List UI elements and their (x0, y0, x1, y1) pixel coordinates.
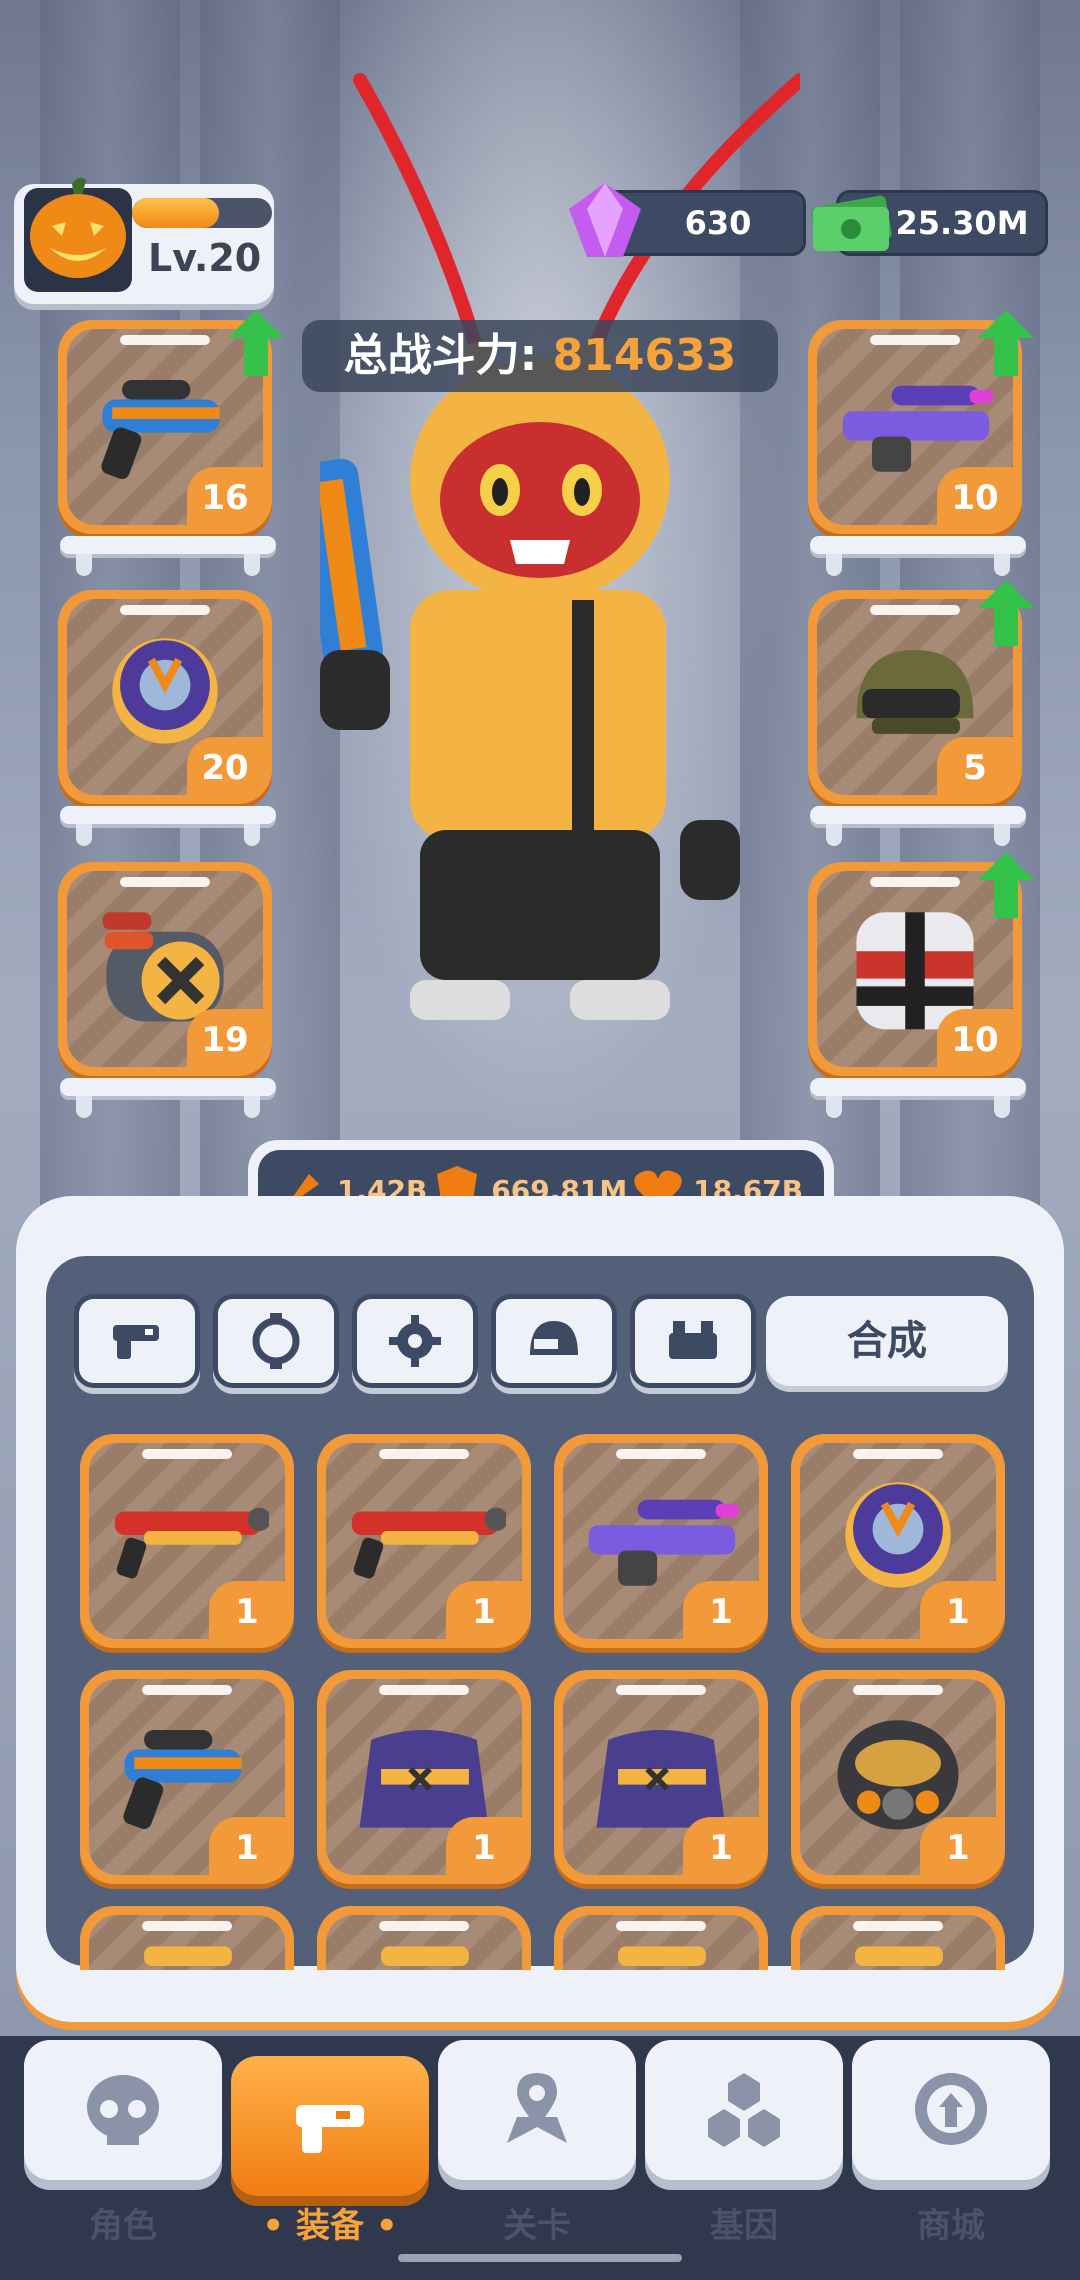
hexagons-icon (708, 2073, 780, 2147)
skull-icon (87, 2075, 159, 2145)
nav-hexagons[interactable] (645, 2040, 843, 2180)
item-count: 1 (920, 1581, 996, 1639)
inventory-item[interactable]: 1 (317, 1670, 531, 1884)
upgrade-arrow-icon (228, 310, 284, 376)
nav-map-pin[interactable] (438, 2040, 636, 2180)
helmet-icon (530, 1321, 578, 1355)
inventory-item[interactable] (554, 1906, 768, 1970)
nav-label: 关卡 (503, 2206, 571, 2246)
item-count: 1 (683, 1817, 759, 1875)
equip-slot-left-3[interactable]: 19 (58, 862, 272, 1076)
shelf (810, 1078, 1026, 1118)
inventory-item[interactable]: 1 (80, 1670, 294, 1884)
map-pin-icon (507, 2073, 567, 2143)
partial-icon (618, 1946, 706, 1966)
gem-counter[interactable]: 630 (569, 183, 806, 257)
shelf (810, 806, 1026, 846)
shelf (810, 536, 1026, 576)
gun-icon (296, 2105, 364, 2153)
inventory-item[interactable] (317, 1906, 531, 1970)
inventory-item[interactable]: 1 (554, 1434, 768, 1648)
upgrade-arrow-icon (978, 852, 1034, 918)
upgrade-arrow-icon (978, 580, 1034, 646)
inventory-item[interactable]: 1 (80, 1434, 294, 1648)
partial-icon (381, 1946, 469, 1966)
item-count: 5 (937, 737, 1013, 795)
combat-power-value: 814633 (552, 330, 737, 381)
item-count: 1 (683, 1581, 759, 1639)
player-profile[interactable]: Lv.20 (14, 177, 274, 304)
category-tab-gear[interactable] (352, 1294, 478, 1388)
shelf (60, 1078, 276, 1118)
watch-icon (252, 1313, 300, 1369)
player-level: Lv.20 (148, 236, 262, 280)
item-count: 20 (187, 737, 263, 795)
nav-gun[interactable] (231, 2056, 429, 2196)
combat-power: 总战斗力: 814633 (302, 320, 778, 392)
category-tab-watch[interactable] (213, 1294, 339, 1388)
inventory-item[interactable]: 1 (554, 1670, 768, 1884)
item-count: 1 (209, 1581, 285, 1639)
item-count: 10 (937, 1009, 1013, 1067)
item-count: 10 (937, 467, 1013, 525)
equip-slot-left-2[interactable]: 20 (58, 590, 272, 804)
upgrade-arrow-icon (978, 310, 1034, 376)
xp-progress-bar (132, 198, 272, 228)
item-count: 1 (920, 1817, 996, 1875)
nav-label: • 装备 • (262, 2206, 398, 2246)
partial-icon (855, 1946, 943, 1966)
inventory-item[interactable]: 1 (791, 1434, 1005, 1648)
shop-icon (915, 2073, 987, 2145)
item-count: 1 (446, 1817, 522, 1875)
nav-label: 基因 (710, 2206, 778, 2246)
inventory-item[interactable] (80, 1906, 294, 1970)
category-tab-vest[interactable] (630, 1294, 756, 1388)
shelf (60, 806, 276, 846)
nav-shop[interactable] (852, 2040, 1050, 2180)
nav-label: 角色 (89, 2206, 157, 2246)
gear-icon (389, 1315, 441, 1367)
item-count: 16 (187, 467, 263, 525)
partial-icon (144, 1946, 232, 1966)
nav-label: 商城 (917, 2206, 985, 2246)
gun-icon (113, 1325, 159, 1359)
inventory-item[interactable]: 1 (317, 1434, 531, 1648)
vest-icon (669, 1321, 717, 1359)
inventory-grid[interactable]: 1 1 1 1 1 1 1 1 (46, 1418, 1034, 1970)
cash-counter[interactable]: 25.30M (811, 190, 1048, 256)
pumpkin-avatar-icon (24, 177, 132, 292)
shelf (60, 536, 276, 576)
combat-power-label: 总战斗力: (343, 330, 538, 381)
item-count: 1 (209, 1817, 285, 1875)
category-tab-gun[interactable] (74, 1294, 200, 1388)
item-count: 19 (187, 1009, 263, 1067)
item-count: 1 (446, 1581, 522, 1639)
merge-button[interactable]: 合成 (766, 1296, 1008, 1386)
inventory-item[interactable] (791, 1906, 1005, 1970)
gem-icon (569, 183, 641, 257)
home-indicator (398, 2254, 682, 2262)
nav-skull[interactable] (24, 2040, 222, 2180)
category-tab-helmet[interactable] (491, 1294, 617, 1388)
cash-icon (811, 195, 892, 251)
inventory-item[interactable]: 1 (791, 1670, 1005, 1884)
